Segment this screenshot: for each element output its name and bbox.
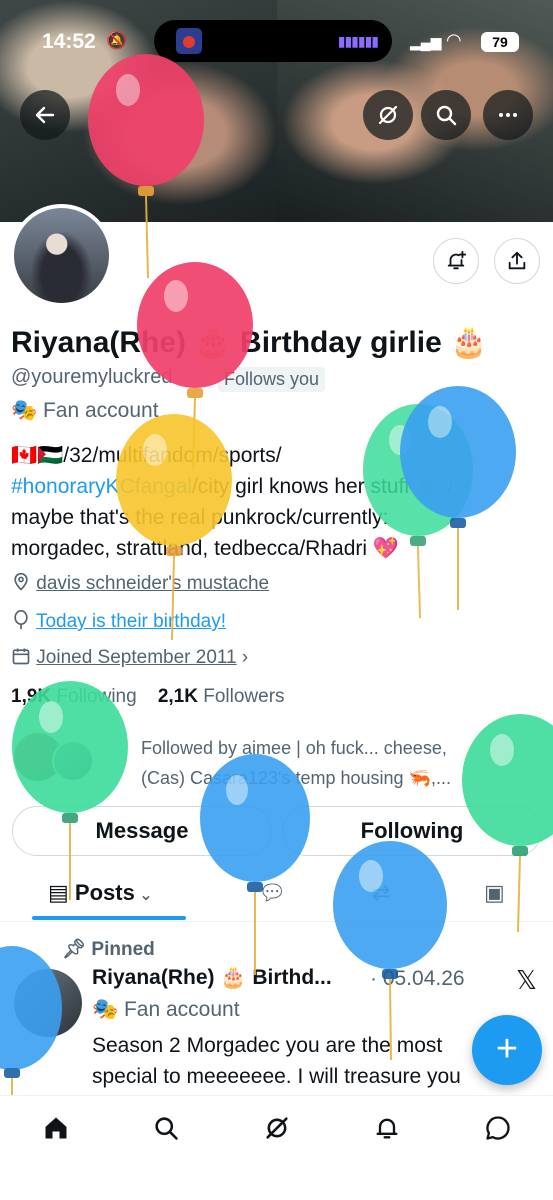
location-pin-icon — [14, 572, 28, 591]
wifi-icon: ◠ — [446, 30, 462, 50]
reply-icon: 💬︎ — [258, 880, 286, 905]
followed-by-text[interactable]: Followed by aimee | oh fuck... cheese, (… — [141, 733, 551, 793]
chevron-down-icon: ⌄ — [134, 887, 153, 904]
x-logo-icon[interactable]: 𝕏 — [516, 965, 537, 996]
following-link[interactable]: 1,9K Following — [11, 686, 137, 707]
profile-display-name: Riyana(Rhe) 🎂 Birthday girlie 🎂 — [11, 326, 488, 359]
follow-stats: 1,9K Following 2,1K Followers — [11, 686, 285, 708]
home-icon — [45, 1117, 67, 1139]
silent-mode-icon: 🔕 — [106, 31, 128, 50]
dynamic-island[interactable]: ▮▮▮▮▮▮ — [154, 20, 392, 62]
grok-icon — [378, 105, 398, 125]
profile-location: davis schneider's mustache — [11, 572, 269, 595]
posts-tab-icon: ▤ — [48, 880, 75, 905]
tab-media[interactable]: ▣ — [484, 880, 505, 906]
pin-icon: 📌︎ — [62, 939, 92, 960]
followed-by-avatar — [52, 740, 94, 782]
grok-icon — [266, 1117, 288, 1139]
calendar-icon — [12, 648, 30, 665]
post-author-avatar[interactable] — [14, 969, 82, 1037]
plus-icon: + — [495, 1028, 519, 1070]
bottom-navigation — [0, 1095, 553, 1200]
following-label: Following — [56, 686, 137, 707]
post-date: · 05.04.26 — [370, 967, 465, 990]
profile-avatar[interactable] — [10, 204, 113, 307]
bio-line: morgadec, strattland, tedbecca/Rhadri 💖 — [11, 537, 400, 560]
tab-posts[interactable]: ▤ Posts ⌄ — [32, 860, 186, 922]
more-button[interactable] — [483, 90, 533, 140]
pinned-label: Pinned — [91, 939, 155, 960]
tab-reposts[interactable]: ⇄ — [372, 880, 390, 906]
audio-wave-icon: ▮▮▮▮▮▮ — [337, 33, 379, 49]
bio-line: maybe that's the real punkrock/currently… — [11, 506, 389, 529]
nav-messages[interactable] — [484, 1114, 512, 1149]
following-button[interactable]: Following — [282, 806, 542, 856]
compose-button[interactable]: + — [472, 1015, 542, 1085]
theater-masks-icon: 🎭 — [11, 399, 43, 422]
account-label-text: Fan account — [42, 399, 159, 422]
battery-indicator: 79 — [481, 32, 519, 52]
bell-icon — [376, 1118, 398, 1139]
birthday-link[interactable]: Today is their birthday! — [36, 611, 226, 632]
theater-masks-icon: 🎭 — [92, 998, 124, 1021]
profile-handle: @youremyluckred — [11, 366, 173, 388]
media-icon: ▣ — [484, 880, 505, 905]
followers-link[interactable]: 2,1K Followers — [158, 686, 285, 707]
share-profile-button[interactable] — [494, 238, 540, 284]
account-label: 🎭 Fan account — [11, 399, 159, 423]
post-account-label-text: Fan account — [123, 998, 240, 1021]
notifications-subscribe-button[interactable] — [433, 238, 479, 284]
profile-tabs: ▤ Posts ⌄ 💬︎ ⇄ ▣ — [0, 860, 553, 922]
bio-line: 🇨🇦🇵🇸/32/multifandom/sports/ — [11, 444, 282, 467]
nav-grok[interactable] — [263, 1114, 291, 1149]
profile-birthday: Today is their birthday! — [11, 609, 226, 633]
followers-label: Followers — [203, 686, 285, 707]
profile-bio: 🇨🇦🇵🇸/32/multifandom/sports/ #honoraryKCf… — [11, 440, 541, 564]
arrow-left-icon — [35, 106, 55, 124]
search-icon — [436, 105, 457, 126]
search-button[interactable] — [421, 90, 471, 140]
cellular-signal-icon: ▂▄▆ — [410, 34, 442, 50]
post-account-label: 🎭 Fan account — [92, 998, 240, 1022]
back-button[interactable] — [20, 90, 70, 140]
chevron-right-icon: › — [241, 647, 249, 668]
followed-by-line: (Cas) Casara123's temp housing 🦐,... — [141, 768, 451, 788]
message-button[interactable]: Message — [12, 806, 272, 856]
followers-count: 2,1K — [157, 686, 198, 707]
pinned-indicator: 📌︎ Pinned — [62, 937, 155, 961]
profile-joined[interactable]: Joined September 2011 › — [11, 646, 248, 669]
bio-hashtag-link[interactable]: #honoraryKCfangal — [11, 475, 192, 498]
more-icon — [499, 113, 517, 117]
location-text: davis schneider's mustache — [36, 573, 270, 594]
now-playing-app-icon — [176, 28, 202, 54]
following-count: 1,9K — [11, 686, 52, 707]
bell-plus-icon — [447, 250, 467, 270]
post-author-name[interactable]: Riyana(Rhe) 🎂 Birthd... — [92, 966, 332, 990]
status-time: 14:52 — [42, 30, 96, 53]
nav-notifications[interactable] — [373, 1114, 401, 1149]
followed-by-line: Followed by aimee | oh fuck... cheese, — [141, 738, 447, 758]
bio-line: #honoraryKCfangal/city girl knows her st… — [11, 471, 541, 502]
repost-icon: ⇄ — [372, 880, 391, 905]
tab-replies[interactable]: 💬︎ — [258, 880, 286, 906]
follows-you-badge: Follows you — [218, 367, 326, 392]
grok-button[interactable] — [363, 90, 413, 140]
bio-text: /city girl knows her stuff 👏 / — [191, 475, 454, 498]
tab-posts-label: Posts — [74, 880, 135, 905]
post-text[interactable]: Season 2 Morgadec you are the most speci… — [92, 1030, 502, 1092]
share-icon — [508, 251, 526, 270]
balloon-icon — [14, 610, 28, 630]
chat-bubble-icon — [486, 1116, 510, 1140]
status-bar: 14:52 🔕 ▮▮▮▮▮▮ ▂▄▆ ◠ 79 — [0, 20, 553, 64]
nav-home[interactable] — [42, 1114, 70, 1149]
joined-text: Joined September 2011 — [36, 647, 237, 668]
search-icon — [155, 1117, 178, 1140]
nav-search[interactable] — [152, 1114, 180, 1149]
